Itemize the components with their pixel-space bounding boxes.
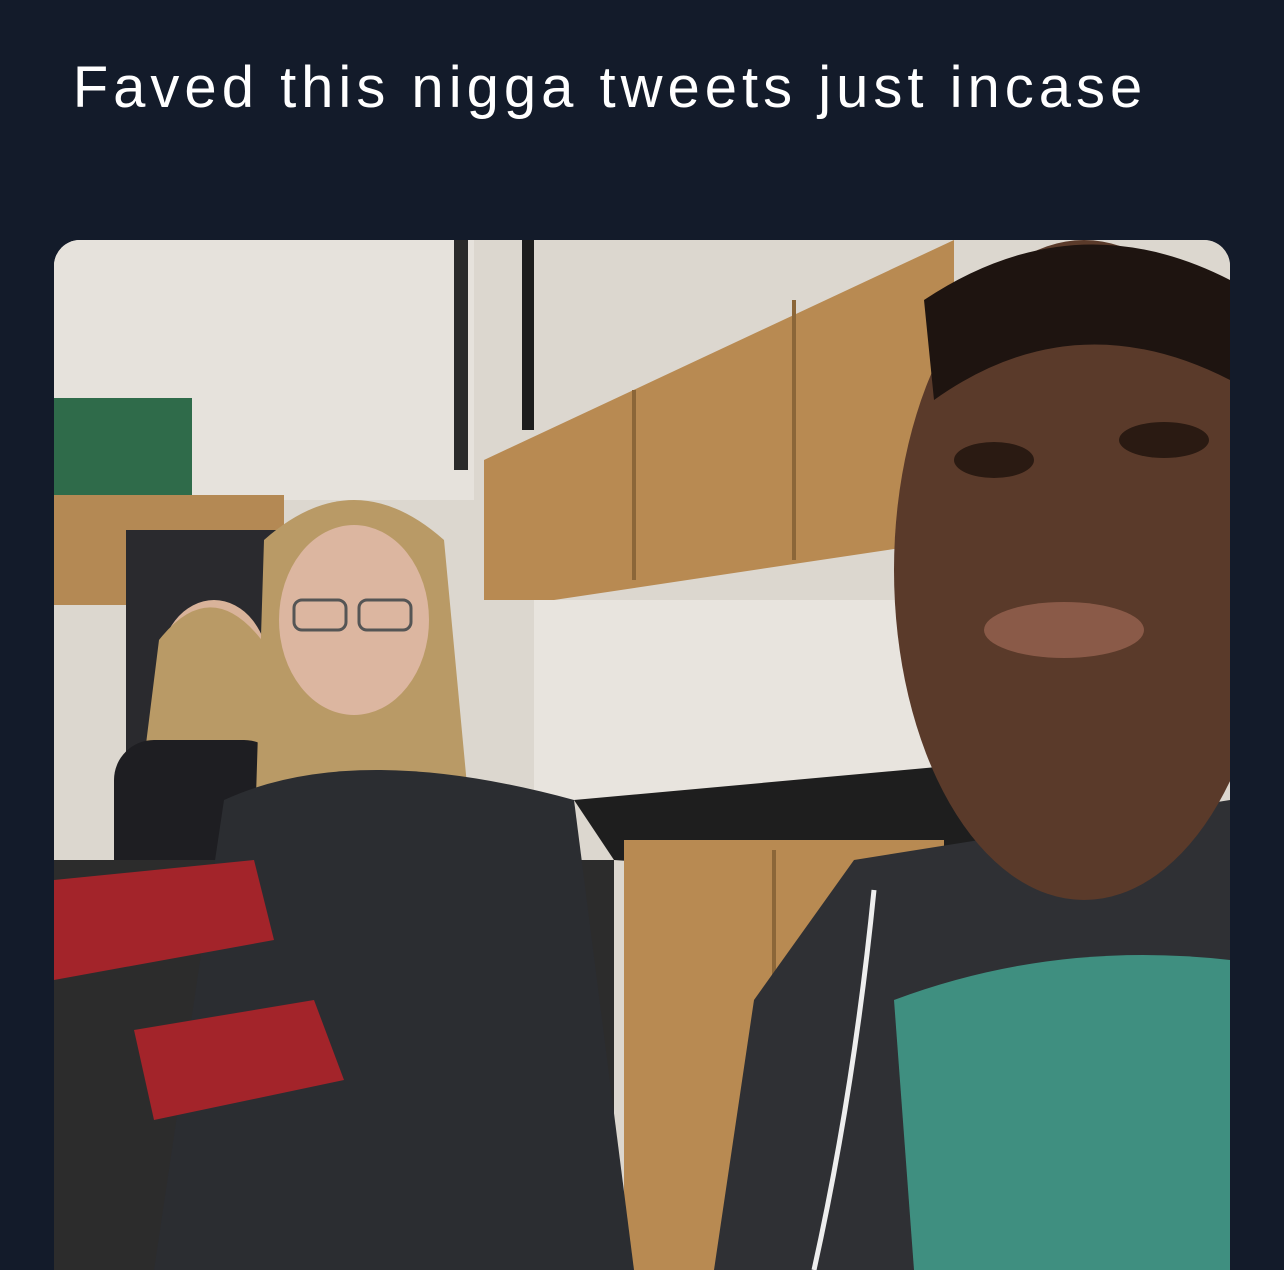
meme-caption: Faved this nigga tweets just incase — [72, 55, 1148, 120]
bulletin-board — [54, 398, 192, 496]
meme-photo — [54, 240, 1230, 1270]
